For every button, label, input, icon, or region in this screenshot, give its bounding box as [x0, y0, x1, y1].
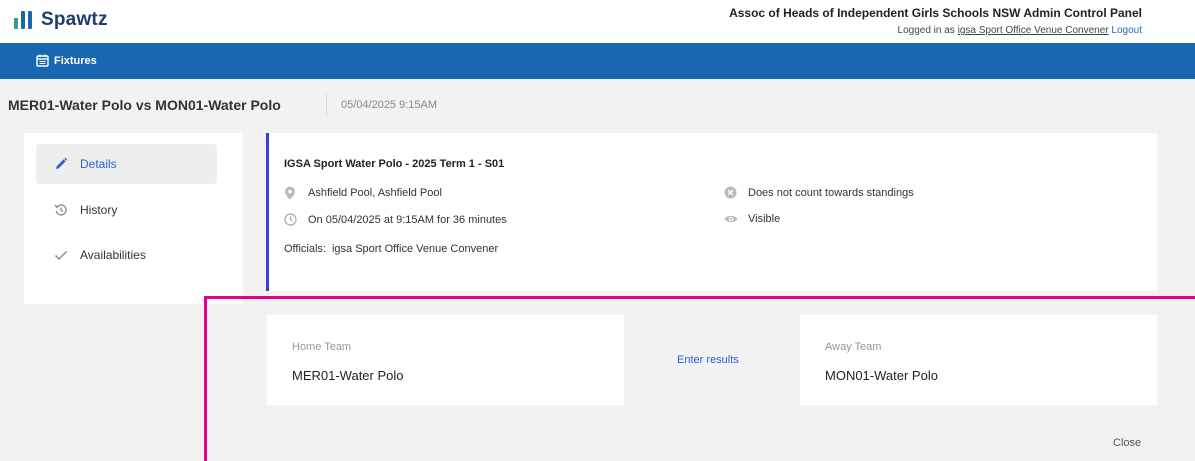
side-menu-label: Details [80, 157, 117, 171]
logout-link[interactable]: Logout [1111, 25, 1142, 36]
history-icon [54, 203, 80, 217]
competition-name: IGSA Sport Water Polo - 2025 Term 1 - S0… [284, 158, 505, 170]
standings-row: Does not count towards standings [724, 186, 914, 199]
fixture-datetime: 05/04/2025 9:15AM [341, 99, 438, 111]
map-pin-icon [284, 186, 308, 200]
logged-in-user-link[interactable]: igsa Sport Office Venue Convener [958, 25, 1109, 36]
calendar-icon [36, 54, 49, 67]
fixture-title: MER01-Water Polo vs MON01-Water Polo [8, 97, 281, 113]
close-button[interactable]: Close [1113, 437, 1141, 449]
check-icon [54, 248, 80, 262]
side-menu-label: Availabilities [80, 248, 146, 262]
enter-results-link[interactable]: Enter results [677, 354, 739, 366]
title-divider [326, 94, 327, 116]
venue-row: Ashfield Pool, Ashfield Pool [284, 186, 442, 200]
pencil-icon [54, 157, 80, 171]
away-team-label: Away Team [825, 341, 882, 353]
home-team-name: MER01-Water Polo [292, 368, 404, 383]
main-nav: Fixtures [0, 43, 1195, 79]
logo-mark-icon [14, 11, 32, 29]
schedule-row: On 05/04/2025 at 9:15AM for 36 minutes [284, 213, 507, 226]
fixture-header: MER01-Water Polo vs MON01-Water Polo 05/… [0, 79, 1195, 131]
side-menu: Details History Availabilities [24, 133, 243, 304]
home-team-card: Home Team MER01-Water Polo [267, 315, 624, 405]
side-menu-item-history[interactable]: History [36, 190, 217, 230]
visibility-row: Visible [724, 213, 780, 225]
away-team-card: Away Team MON01-Water Polo [800, 315, 1157, 405]
x-circle-icon [724, 186, 748, 199]
logged-in-prefix: Logged in as [897, 25, 955, 36]
logo-text: Spawtz [41, 9, 108, 30]
eye-icon [724, 214, 748, 224]
nav-fixtures[interactable]: Fixtures [36, 54, 97, 67]
top-bar: Spawtz Assoc of Heads of Independent Gir… [0, 0, 1195, 43]
schedule-text: On 05/04/2025 at 9:15AM for 36 minutes [308, 213, 507, 226]
home-team-label: Home Team [292, 341, 352, 353]
spawtz-logo[interactable]: Spawtz [14, 9, 108, 31]
venue-text: Ashfield Pool, Ashfield Pool [308, 187, 442, 199]
side-menu-label: History [80, 203, 118, 217]
officials-value: igsa Sport Office Venue Convener [331, 243, 499, 255]
officials-label: Officials: [284, 243, 326, 255]
away-team-name: MON01-Water Polo [825, 368, 938, 383]
side-menu-item-details[interactable]: Details [36, 144, 217, 184]
standings-text: Does not count towards standings [748, 186, 914, 199]
visibility-text: Visible [748, 213, 781, 225]
officials-row: Officials: igsa Sport Office Venue Conve… [284, 243, 498, 255]
org-title: Assoc of Heads of Independent Girls Scho… [729, 6, 1142, 20]
nav-fixtures-label: Fixtures [54, 54, 97, 67]
side-menu-item-availabilities[interactable]: Availabilities [36, 235, 217, 275]
clock-icon [284, 213, 308, 226]
login-status: Logged in as igsa Sport Office Venue Con… [898, 25, 1142, 36]
fixture-details-card: IGSA Sport Water Polo - 2025 Term 1 - S0… [266, 133, 1157, 291]
